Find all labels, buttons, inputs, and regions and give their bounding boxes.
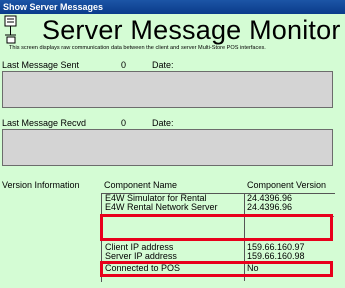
window-title: Show Server Messages [3,2,104,12]
window-titlebar: Show Server Messages [0,0,345,14]
column-header-component-name[interactable]: Component Name [104,180,177,190]
last-recvd-date-label: Date: [152,118,174,128]
page-title: Server Message Monitor [42,15,341,45]
version-info-label: Version Information [2,180,80,190]
column-header-component-version[interactable]: Component Version [247,180,326,190]
table-row-version[interactable]: 24.4396.96 [247,203,292,212]
page-subtitle: This screen displays raw communication d… [9,45,266,51]
last-recvd-message-box[interactable] [2,129,333,166]
highlight-box-connected-to-pos [100,261,333,277]
table-row-name[interactable]: E4W Rental Network Server [105,203,218,212]
last-recvd-label: Last Message Recvd [2,118,87,128]
last-sent-date-label: Date: [152,60,174,70]
highlight-box-empty-row [100,214,333,241]
last-sent-count: 0 [121,60,127,70]
last-sent-label: Last Message Sent [2,60,80,70]
table-row-name[interactable]: Server IP address [105,252,177,261]
last-recvd-count: 0 [121,118,127,128]
last-sent-message-box[interactable] [2,71,333,108]
table-row-version[interactable]: 159.66.160.98 [247,252,305,261]
